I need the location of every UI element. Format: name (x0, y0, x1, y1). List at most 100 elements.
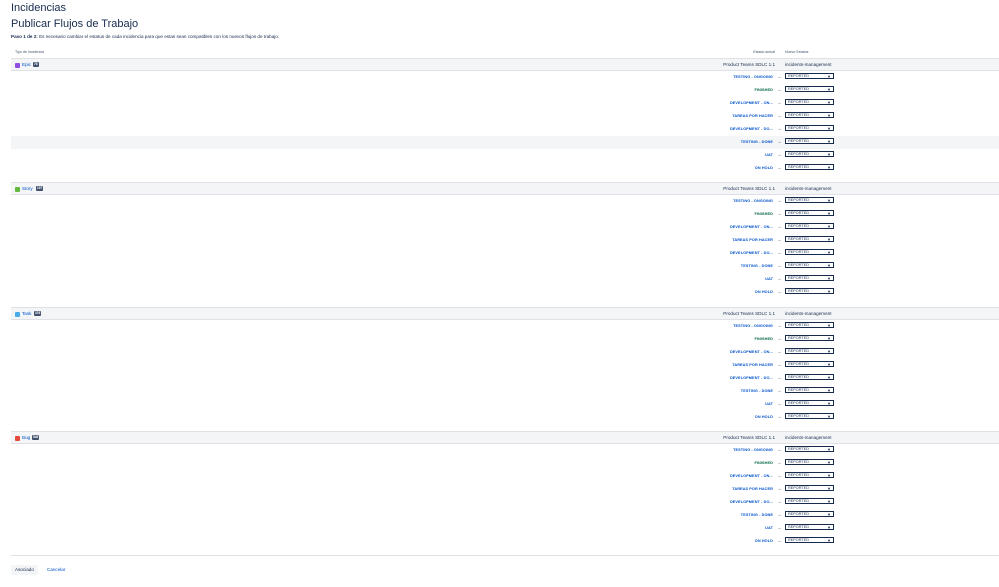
chevron-down-icon: ▼ (827, 139, 831, 144)
selected-status-value: REPORTED (788, 87, 810, 91)
status-mapping-row: UAT → REPORTED ▼ (11, 273, 999, 286)
new-status-select[interactable]: REPORTED ▼ (785, 511, 834, 517)
new-status-select[interactable]: REPORTED ▼ (785, 288, 834, 294)
new-status-select[interactable]: REPORTED ▼ (785, 223, 834, 229)
status-mapping-row: TAREAS POR HACER → REPORTED ▼ (11, 359, 999, 372)
current-status-lozenge: UAT (765, 402, 773, 406)
arrow-right-icon: → (777, 323, 782, 328)
chevron-down-icon: ▼ (827, 336, 831, 341)
new-status-select[interactable]: REPORTED ▼ (785, 361, 834, 367)
chevron-down-icon: ▼ (827, 362, 831, 367)
new-status-select[interactable]: REPORTED ▼ (785, 164, 834, 170)
chevron-down-icon: ▼ (827, 447, 831, 452)
new-status-select[interactable]: REPORTED ▼ (785, 73, 834, 79)
status-mapping-row: UAT → REPORTED ▼ (11, 522, 999, 535)
new-status-select[interactable]: REPORTED ▼ (785, 138, 834, 144)
chevron-down-icon: ▼ (827, 74, 831, 79)
issue-type-name[interactable]: Story (22, 186, 33, 191)
new-status-select[interactable]: REPORTED ▼ (785, 249, 834, 255)
status-mapping-row: ON HOLD → REPORTED ▼ (11, 162, 999, 175)
arrow-right-icon: → (777, 336, 782, 341)
arrow-right-icon: → (777, 198, 782, 203)
page-title: Incidencias (11, 2, 67, 14)
current-status-lozenge: UAT (765, 277, 773, 281)
new-status-select[interactable]: REPORTED ▼ (785, 151, 834, 157)
old-workflow-name: Product Teams SDLC 1.1 (723, 435, 775, 440)
current-status-lozenge: TESTING - ONGOING (733, 324, 773, 328)
arrow-right-icon: → (777, 499, 782, 504)
current-status-lozenge: ON HOLD (754, 539, 773, 543)
current-status-lozenge: ON HOLD (754, 290, 773, 294)
current-status-lozenge: ON HOLD (754, 415, 773, 419)
chevron-down-icon: ▼ (827, 237, 831, 242)
new-status-select[interactable]: REPORTED ▼ (785, 387, 834, 393)
arrow-right-icon: → (777, 87, 782, 92)
new-status-select[interactable]: REPORTED ▼ (785, 86, 834, 92)
new-status-select[interactable]: REPORTED ▼ (785, 99, 834, 105)
selected-status-value: REPORTED (788, 336, 810, 340)
arrow-right-icon: → (777, 349, 782, 354)
new-status-select[interactable]: REPORTED ▼ (785, 262, 834, 268)
status-mapping-row: FINISHED → REPORTED ▼ (11, 84, 999, 97)
column-header-new: Nuevo Estatus (785, 50, 809, 54)
selected-status-value: REPORTED (788, 362, 810, 366)
selected-status-value: REPORTED (788, 349, 810, 353)
new-status-select[interactable]: REPORTED ▼ (785, 400, 834, 406)
chevron-down-icon: ▼ (827, 250, 831, 255)
new-status-select[interactable]: REPORTED ▼ (785, 322, 834, 328)
current-status-lozenge: FINISHED (754, 461, 773, 465)
new-status-select[interactable]: REPORTED ▼ (785, 125, 834, 131)
new-status-select[interactable]: REPORTED ▼ (785, 524, 834, 530)
new-status-select[interactable]: REPORTED ▼ (785, 446, 834, 452)
cancel-button[interactable]: Cancelar (47, 565, 65, 575)
selected-status-value: REPORTED (788, 100, 810, 104)
arrow-right-icon: → (777, 139, 782, 144)
new-status-select[interactable]: REPORTED ▼ (785, 459, 834, 465)
current-status-lozenge: TESTING - DONE (740, 140, 773, 144)
selected-status-value: REPORTED (788, 289, 810, 293)
selected-status-value: REPORTED (788, 447, 810, 451)
new-status-select[interactable]: REPORTED ▼ (785, 348, 834, 354)
selected-status-value: REPORTED (788, 74, 810, 78)
issue-count-badge: 197 (36, 186, 44, 191)
new-status-select[interactable]: REPORTED ▼ (785, 210, 834, 216)
chevron-down-icon: ▼ (827, 499, 831, 504)
new-status-select[interactable]: REPORTED ▼ (785, 485, 834, 491)
status-mapping-row: TESTING - DONE → REPORTED ▼ (11, 260, 999, 273)
status-mapping-row: TESTING - ONGOING → REPORTED ▼ (11, 320, 999, 333)
selected-status-value: REPORTED (788, 460, 810, 464)
chevron-down-icon: ▼ (827, 401, 831, 406)
selected-status-value: REPORTED (788, 126, 810, 130)
section-story: Story 197 Product Teams SDLC 1.1 incidents-… (11, 182, 999, 299)
new-status-select[interactable]: REPORTED ▼ (785, 472, 834, 478)
new-status-select[interactable]: REPORTED ▼ (785, 197, 834, 203)
arrow-right-icon: → (777, 401, 782, 406)
page-subtitle: Publicar Flujos de Trabajo (11, 18, 139, 30)
issue-type-name[interactable]: Task (22, 311, 31, 316)
arrow-right-icon: → (777, 388, 782, 393)
new-status-select[interactable]: REPORTED ▼ (785, 413, 834, 419)
new-status-select[interactable]: REPORTED ▼ (785, 275, 834, 281)
arrow-right-icon: → (777, 100, 782, 105)
selected-status-value: REPORTED (788, 237, 810, 241)
chevron-down-icon: ▼ (827, 388, 831, 393)
old-workflow-name: Product Teams SDLC 1.1 (723, 186, 775, 191)
arrow-right-icon: → (777, 473, 782, 478)
chevron-down-icon: ▼ (827, 263, 831, 268)
new-status-select[interactable]: REPORTED ▼ (785, 112, 834, 118)
status-mapping-row: TAREAS POR HACER → REPORTED ▼ (11, 234, 999, 247)
status-mapping-row: DEVELOPMENT - ON... → REPORTED ▼ (11, 221, 999, 234)
arrow-right-icon: → (777, 165, 782, 170)
associate-button[interactable]: Asociado (11, 565, 38, 575)
arrow-right-icon: → (777, 250, 782, 255)
issue-type-name[interactable]: Bug (22, 435, 30, 440)
issue-type-name[interactable]: Epic (22, 62, 31, 67)
new-status-select[interactable]: REPORTED ▼ (785, 335, 834, 341)
new-status-select[interactable]: REPORTED ▼ (785, 537, 834, 543)
new-status-select[interactable]: REPORTED ▼ (785, 236, 834, 242)
issue-count-badge: 546 (32, 435, 40, 440)
arrow-right-icon: → (777, 113, 782, 118)
epic-icon (15, 63, 20, 68)
new-status-select[interactable]: REPORTED ▼ (785, 374, 834, 380)
new-status-select[interactable]: REPORTED ▼ (785, 498, 834, 504)
